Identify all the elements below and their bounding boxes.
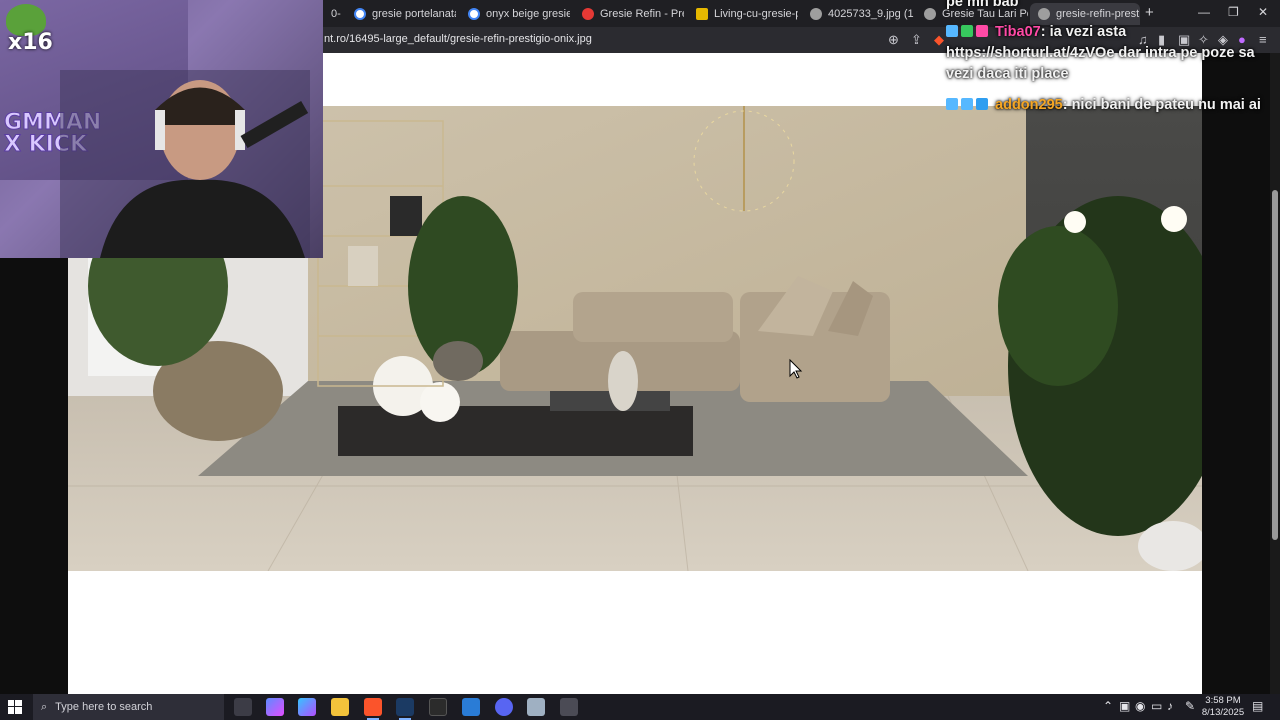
clock-time: 3:58 PM	[1205, 695, 1241, 706]
chat-username[interactable]: addon295	[995, 97, 1063, 113]
tab-label: Living-cu-gresie-porte	[714, 8, 798, 20]
tab-3[interactable]: Gresie Refin - Prestigio	[574, 3, 684, 25]
calculator-icon[interactable]	[560, 698, 578, 716]
tray-app-icon[interactable]: ▣	[1119, 699, 1130, 713]
google-icon	[468, 8, 480, 20]
mouse-app-icon[interactable]	[527, 698, 545, 716]
globe-icon	[810, 8, 822, 20]
volume-icon[interactable]: ♪	[1167, 699, 1173, 713]
brave-shield-icon[interactable]: ◆	[934, 32, 944, 48]
zoom-icon[interactable]: ⊕	[888, 32, 899, 48]
tab-5[interactable]: 4025733_9.jpg (1600×	[802, 3, 914, 25]
streamer-figure	[60, 70, 310, 258]
pen-icon[interactable]: ✎	[1185, 699, 1195, 713]
file-explorer-icon[interactable]	[331, 698, 349, 716]
sword-badge-icon	[946, 98, 958, 110]
windows-taskbar: ⌕ Type here to search ⌃ ▣ ◉ ▭ ♪ ✎ 3:58 P…	[0, 694, 1280, 720]
taskbar-clock[interactable]: 3:58 PM 8/13/2025	[1200, 695, 1246, 719]
app-icon[interactable]	[462, 698, 480, 716]
chat-text: nici bani de pateu nu mai ai	[1071, 97, 1261, 113]
chat-text: pe mn bab	[946, 0, 1019, 10]
webcam-overlay: x16 GMMAN X KICK	[0, 0, 323, 258]
scrollbar-thumb[interactable]	[1272, 190, 1278, 540]
discord-icon[interactable]	[495, 698, 513, 716]
search-icon: ⌕	[41, 700, 48, 713]
site-icon	[582, 8, 594, 20]
terminal-icon[interactable]	[429, 698, 447, 716]
chat-message: Tiba07: ia vezi asta https://shorturl.at…	[946, 24, 1255, 82]
tab-label: 4025733_9.jpg (1600×	[828, 8, 914, 20]
chat-message: addon295: nici bani de pateu nu mai ai	[946, 95, 1270, 116]
chat-text: ia vezi asta https://shorturl.at/4zVOe d…	[946, 24, 1255, 82]
network-icon[interactable]: ▭	[1151, 699, 1162, 713]
chat-message: pe mn bab	[946, 0, 1270, 13]
taskbar-search[interactable]: ⌕ Type here to search	[33, 694, 224, 720]
share-icon[interactable]: ⇪	[911, 32, 922, 48]
tab-label: onyx beige gresie - Cä	[486, 8, 570, 20]
windows-start-icon[interactable]	[8, 700, 22, 714]
tab-0[interactable]: 0-	[323, 3, 343, 25]
brave-icon[interactable]	[364, 698, 382, 720]
globe-icon	[924, 8, 936, 20]
google-icon	[354, 8, 366, 20]
chevron-up-icon[interactable]: ⌃	[1103, 699, 1113, 713]
tab-label: 0-	[331, 8, 341, 20]
tab-4[interactable]: Living-cu-gresie-porte	[688, 3, 798, 25]
copilot-2-icon[interactable]	[298, 698, 316, 716]
site-icon	[696, 8, 708, 20]
tab-label: Gresie Refin - Prestigio	[600, 8, 684, 20]
copilot-icon[interactable]	[266, 698, 284, 716]
notifications-icon[interactable]: ▤	[1252, 699, 1263, 713]
steam-icon[interactable]	[396, 698, 414, 720]
ghost-badge-icon	[961, 98, 973, 110]
tab-2[interactable]: onyx beige gresie - Cä	[460, 3, 570, 25]
viewer-count: x16	[8, 30, 53, 55]
og-badge-icon	[961, 25, 973, 37]
clock-date: 8/13/2025	[1201, 707, 1245, 718]
sword-badge-icon	[946, 25, 958, 37]
cube-badge-icon	[976, 98, 988, 110]
skull-badge-icon	[976, 25, 988, 37]
url-field[interactable]: nt.ro/16495-large_default/gresie-refin-p…	[324, 33, 592, 45]
tray-app-icon[interactable]: ◉	[1135, 699, 1145, 713]
tab-label: gresie portelanata livi	[372, 8, 456, 20]
chat-username[interactable]: Tiba07	[995, 24, 1041, 40]
task-view-icon[interactable]	[234, 698, 252, 716]
tab-1[interactable]: gresie portelanata livi	[346, 3, 456, 25]
search-placeholder: Type here to search	[55, 701, 153, 713]
